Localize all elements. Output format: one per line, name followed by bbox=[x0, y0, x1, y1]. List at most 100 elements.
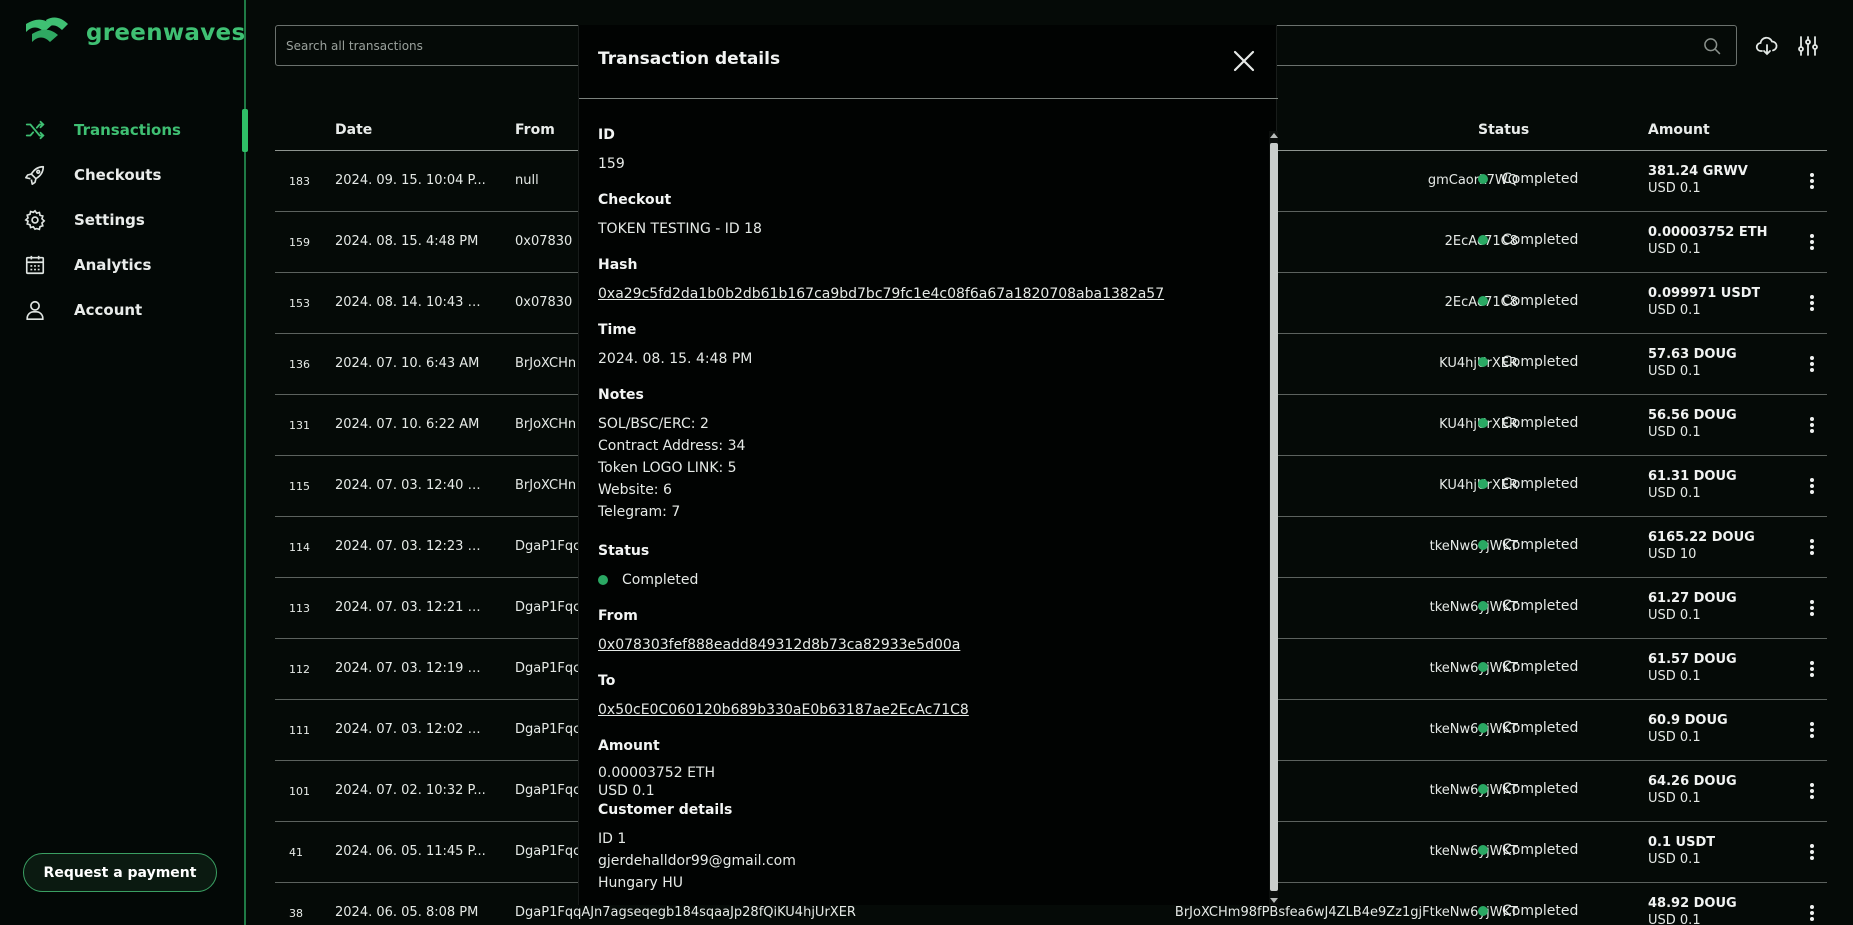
more-options-icon[interactable] bbox=[1805, 659, 1819, 679]
more-options-icon[interactable] bbox=[1805, 598, 1819, 618]
row-status: Completed bbox=[1478, 415, 1578, 431]
sidebar-item-label: Settings bbox=[74, 210, 145, 229]
field-label: From bbox=[598, 608, 638, 624]
row-status: Completed bbox=[1478, 659, 1578, 675]
status-dot bbox=[1478, 235, 1488, 245]
amount-crypto: 381.24 GRWV bbox=[1648, 164, 1748, 179]
row-amount: 0.1 USDT USD 0.1 bbox=[1648, 834, 1715, 869]
brand-logo[interactable]: greenwaves bbox=[24, 16, 245, 50]
more-options-icon[interactable] bbox=[1805, 720, 1819, 740]
field-value: 2024. 08. 15. 4:48 PM bbox=[598, 351, 753, 367]
row-amount: 61.57 DOUG USD 0.1 bbox=[1648, 651, 1737, 686]
amount-crypto: 6165.22 DOUG bbox=[1648, 530, 1755, 545]
more-options-icon[interactable] bbox=[1805, 476, 1819, 496]
customer-country: Hungary HU bbox=[598, 875, 684, 891]
column-header-amount[interactable]: Amount bbox=[1648, 122, 1710, 138]
more-options-icon[interactable] bbox=[1805, 171, 1819, 191]
row-status: Completed bbox=[1478, 781, 1578, 797]
amount-crypto: 48.92 DOUG bbox=[1648, 896, 1737, 911]
status-dot bbox=[1478, 296, 1488, 306]
status-dot bbox=[1478, 540, 1488, 550]
field-amount: Amount 0.00003752 ETH USD 0.1 bbox=[598, 738, 715, 800]
more-options-icon[interactable] bbox=[1805, 415, 1819, 435]
more-options-icon[interactable] bbox=[1805, 293, 1819, 313]
calendar-icon bbox=[24, 254, 46, 276]
scroll-up-arrow-icon[interactable] bbox=[1270, 133, 1278, 138]
column-header-status[interactable]: Status bbox=[1478, 122, 1529, 138]
row-date: 2024. 08. 14. 10:43 A... bbox=[335, 295, 487, 310]
more-options-icon[interactable] bbox=[1805, 232, 1819, 252]
row-status: Completed bbox=[1478, 842, 1578, 858]
amount-usd: USD 0.1 bbox=[1648, 486, 1701, 501]
column-header-from[interactable]: From bbox=[515, 122, 555, 138]
row-status: Completed bbox=[1478, 537, 1578, 553]
status-dot bbox=[1478, 662, 1488, 672]
status-dot bbox=[1478, 174, 1488, 184]
close-icon[interactable] bbox=[1232, 49, 1256, 73]
hash-link[interactable]: 0xa29c5fd2da1b0b2db61b167ca9bd7bc79fc1e4… bbox=[598, 286, 1164, 302]
row-to-address: BrJoXCHm98fPBsfea6wJ4ZLB4e9Zz1gjFtkeNw6y… bbox=[998, 905, 1518, 920]
row-status: Completed bbox=[1478, 720, 1578, 736]
row-amount: 48.92 DOUG USD 0.1 bbox=[1648, 895, 1737, 925]
sidebar-item-checkouts[interactable]: Checkouts bbox=[0, 152, 246, 197]
modal-scrollbar[interactable] bbox=[1269, 131, 1278, 905]
amount-usd: USD 0.1 bbox=[1648, 791, 1701, 806]
amount-usd: USD 0.1 bbox=[1648, 425, 1701, 440]
amount-crypto: 57.63 DOUG bbox=[1648, 347, 1737, 362]
row-amount: 57.63 DOUG USD 0.1 bbox=[1648, 346, 1737, 381]
sidebar-item-settings[interactable]: Settings bbox=[0, 197, 246, 242]
amount-crypto: 61.27 DOUG bbox=[1648, 591, 1737, 606]
field-value: 159 bbox=[598, 156, 625, 172]
amount-crypto: 0.1 USDT bbox=[1648, 835, 1716, 850]
field-from: From 0x078303fef888eadd849312d8b73ca8293… bbox=[598, 608, 960, 656]
more-options-icon[interactable] bbox=[1805, 537, 1819, 557]
row-date: 2024. 07. 03. 12:23 A... bbox=[335, 539, 487, 554]
row-to-text: BrJoXCHm98fPBsfea6wJ4ZLB4e9Zz1gjFtkeNw6y… bbox=[1174, 905, 1518, 920]
amount-usd: USD 0.1 bbox=[1648, 730, 1701, 745]
customer-id: ID 1 bbox=[598, 831, 627, 847]
row-id: 114 bbox=[289, 541, 310, 554]
field-id: ID 159 bbox=[598, 127, 625, 175]
from-address-link[interactable]: 0x078303fef888eadd849312d8b73ca82933e5d0… bbox=[598, 637, 960, 653]
to-address-link[interactable]: 0x50cE0C060120b689b330aE0b63187ae2EcAc71… bbox=[598, 702, 969, 718]
row-status: Completed bbox=[1478, 232, 1578, 248]
field-time: Time 2024. 08. 15. 4:48 PM bbox=[598, 322, 752, 370]
scroll-down-arrow-icon[interactable] bbox=[1270, 898, 1278, 903]
status-text: Completed bbox=[1502, 659, 1579, 675]
search-icon[interactable] bbox=[1702, 36, 1722, 56]
row-amount: 381.24 GRWV USD 0.1 bbox=[1648, 163, 1748, 198]
status-dot bbox=[1478, 845, 1488, 855]
cloud-download-icon[interactable] bbox=[1755, 34, 1779, 58]
column-header-date[interactable]: Date bbox=[335, 122, 372, 138]
sidebar-item-transactions[interactable]: Transactions bbox=[0, 107, 248, 152]
more-options-icon[interactable] bbox=[1805, 903, 1819, 923]
note-line: Contract Address: 34 bbox=[598, 438, 746, 454]
row-id: 41 bbox=[289, 846, 303, 859]
row-amount: 0.099971 USDT USD 0.1 bbox=[1648, 285, 1760, 320]
status-text: Completed bbox=[1502, 476, 1579, 492]
amount-usd: USD 0.1 bbox=[1648, 669, 1701, 684]
row-amount: 60.9 DOUG USD 0.1 bbox=[1648, 712, 1728, 747]
user-icon bbox=[24, 299, 46, 321]
more-options-icon[interactable] bbox=[1805, 354, 1819, 374]
customer-details: ID 1 gjerdehalldor99@gmail.com Hungary H… bbox=[598, 828, 796, 894]
filter-sliders-icon[interactable] bbox=[1796, 34, 1820, 58]
amount-usd: USD 0.1 bbox=[1648, 852, 1701, 867]
status-text: Completed bbox=[1502, 537, 1579, 553]
sidebar-item-account[interactable]: Account bbox=[0, 287, 246, 332]
field-label: Status bbox=[598, 543, 650, 559]
status-dot bbox=[1478, 418, 1488, 428]
request-payment-button[interactable]: Request a payment bbox=[23, 853, 217, 892]
scrollbar-thumb[interactable] bbox=[1270, 143, 1278, 891]
row-date: 2024. 07. 10. 6:22 AM bbox=[335, 417, 480, 432]
row-id: 136 bbox=[289, 358, 310, 371]
field-checkout: Checkout TOKEN TESTING - ID 18 bbox=[598, 192, 762, 240]
status-text: Completed bbox=[1502, 232, 1579, 248]
more-options-icon[interactable] bbox=[1805, 781, 1819, 801]
row-id: 183 bbox=[289, 175, 310, 188]
waves-logo-icon bbox=[26, 17, 68, 42]
sidebar-item-analytics[interactable]: Analytics bbox=[0, 242, 246, 287]
amount-usd: USD 10 bbox=[1648, 547, 1697, 562]
more-options-icon[interactable] bbox=[1805, 842, 1819, 862]
status-text: Completed bbox=[1502, 598, 1579, 614]
